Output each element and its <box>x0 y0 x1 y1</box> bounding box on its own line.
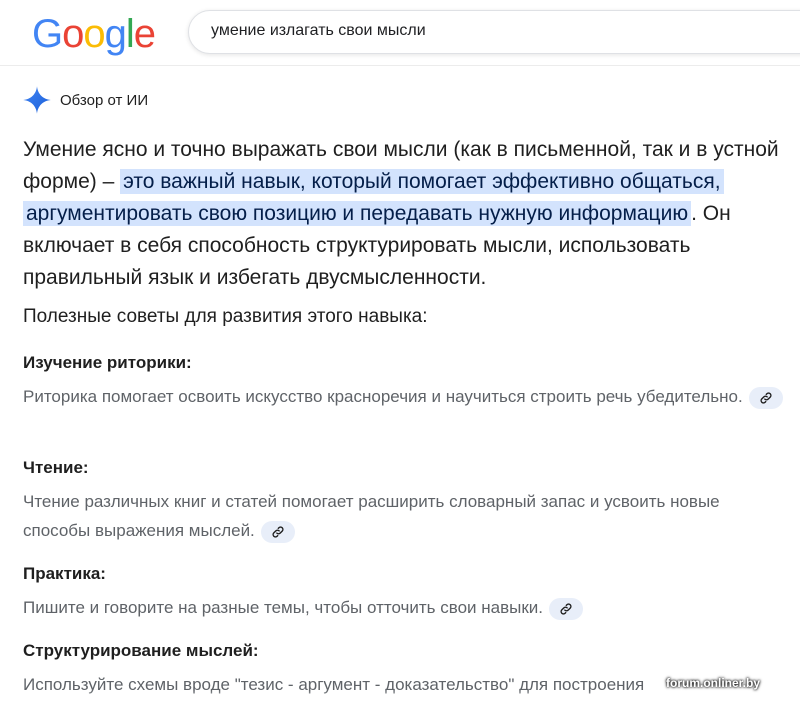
link-icon <box>560 603 572 615</box>
ai-summary: Умение ясно и точно выражать свои мысли … <box>23 134 788 294</box>
tip-text-body: Пишите и говорите на разные темы, чтобы … <box>23 598 544 617</box>
logo-letter: g <box>104 12 127 56</box>
link-icon <box>760 392 772 404</box>
tips-heading: Полезные советы для развития этого навык… <box>23 306 428 327</box>
link-icon <box>272 526 284 538</box>
logo-letter: e <box>133 12 156 56</box>
tip-text-body: Чтение различных книг и статей помогает … <box>23 492 720 540</box>
bottom-fade <box>0 690 800 706</box>
google-logo[interactable]: Google <box>32 10 156 58</box>
logo-letter: o <box>83 12 105 56</box>
tip-title: Структурирование мыслей: <box>23 641 259 660</box>
tip-title: Чтение: <box>23 458 89 477</box>
search-header: Google <box>0 0 800 66</box>
tip-text-body: Риторика помогает освоить искусство крас… <box>23 387 743 406</box>
source-link-button[interactable] <box>260 520 295 543</box>
tip-title: Изучение риторики: <box>23 353 192 372</box>
sparkle-icon <box>23 86 51 114</box>
logo-letter: l <box>125 12 135 56</box>
watermark: forum.onliner.by <box>666 676 761 690</box>
logo-letter: G <box>32 12 63 56</box>
tip-text: Чтение различных книг и статей помогает … <box>23 487 788 545</box>
tip-title: Практика: <box>23 564 106 583</box>
tip-section: Чтение: Чтение различных книг и статей п… <box>23 455 788 545</box>
ai-overview-title: Обзор от ИИ <box>60 91 149 109</box>
search-box[interactable] <box>188 10 800 54</box>
ai-overview-header: Обзор от ИИ <box>22 84 148 116</box>
tip-section: Практика: Пишите и говорите на разные те… <box>23 561 788 622</box>
search-input[interactable] <box>211 22 771 40</box>
logo-letter: o <box>62 12 84 56</box>
tip-section: Изучение риторики: Риторика помогает осв… <box>23 350 788 411</box>
summary-highlight[interactable]: это важный навык, который помогает эффек… <box>23 169 724 226</box>
source-link-button[interactable] <box>748 386 783 409</box>
tip-text: Пишите и говорите на разные темы, чтобы … <box>23 593 788 622</box>
source-link-button[interactable] <box>549 597 584 620</box>
tip-text: Риторика помогает освоить искусство крас… <box>23 382 788 411</box>
